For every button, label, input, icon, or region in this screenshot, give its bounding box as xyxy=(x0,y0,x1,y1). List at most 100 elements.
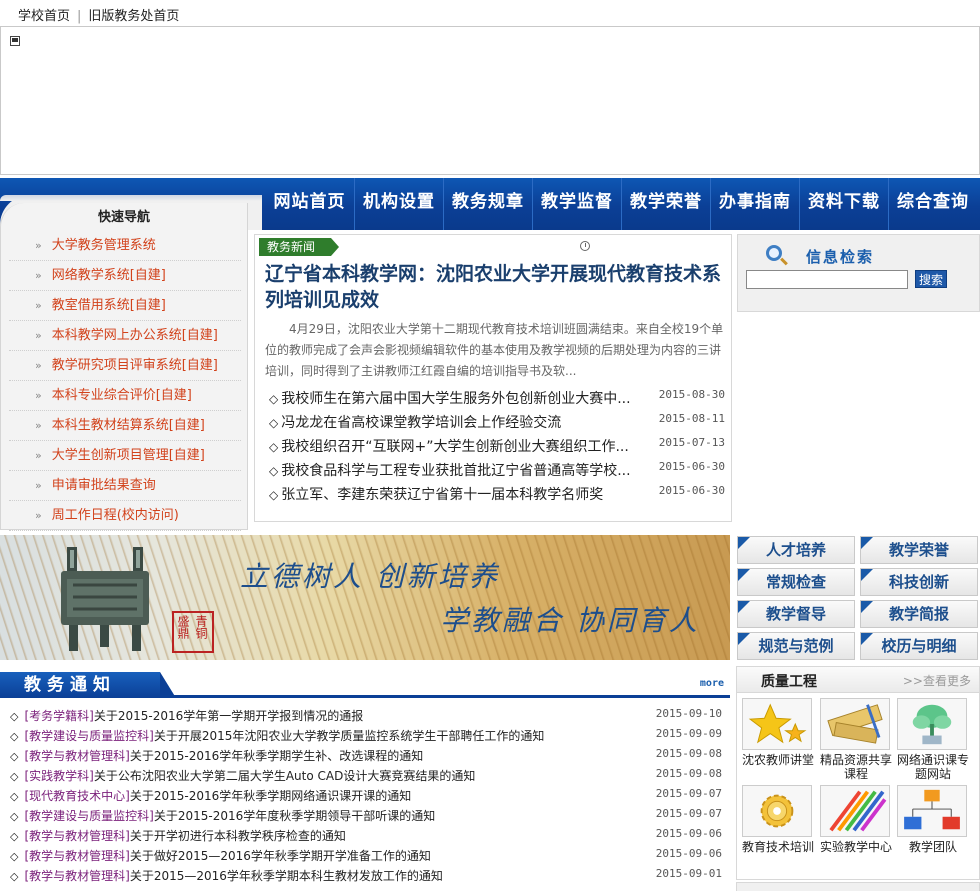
notice-category[interactable]: [实践教学科] xyxy=(24,769,93,783)
quick-nav-link[interactable]: 申请审批结果查询 xyxy=(52,478,156,493)
notice-title[interactable]: 关于做好2015—2016学年秋季学期开学准备工作的通知 xyxy=(130,849,431,863)
quick-nav-link[interactable]: 本科专业综合评价[自建] xyxy=(52,388,192,403)
search-input[interactable] xyxy=(746,270,908,289)
quick-nav-link[interactable]: 大学生创新项目管理[自建] xyxy=(52,448,205,463)
nav-item-honors[interactable]: 教学荣誉 xyxy=(621,178,710,230)
quality-more-link[interactable]: >>查看更多 xyxy=(903,672,971,689)
quick-nav-link[interactable]: 周工作日程(校内访问) xyxy=(52,508,179,523)
notice-category[interactable]: [教学建设与质量监控科] xyxy=(24,729,153,743)
diamond-bullet-icon: ◇ xyxy=(10,710,19,723)
notice-title[interactable]: 关于开展2015年沈阳农业大学教学质量监控系统学生干部聘任工作的通知 xyxy=(154,729,545,743)
nav-item-supervision[interactable]: 教学监督 xyxy=(532,178,621,230)
search-title: 信息检索 xyxy=(806,248,875,266)
notice-category[interactable]: [教学与教材管理科] xyxy=(24,869,129,883)
notice-item[interactable]: ◇ [教学建设与质量监控科]关于开展2015年沈阳农业大学教学质量监控系统学生干部… xyxy=(10,726,724,746)
link-separator: | xyxy=(77,9,82,24)
news-item-title[interactable]: 我校组织召开“互联网+”大学生创新创业大赛组织工作... xyxy=(281,439,629,455)
quick-nav-link[interactable]: 网络教学系统[自建] xyxy=(52,268,166,283)
notice-date: 2015-09-07 xyxy=(655,787,722,800)
news-panel: 教务新闻 辽宁省本科教学网：沈阳农业大学开展现代教育技术系列培训见成效 4月29… xyxy=(254,234,732,522)
news-item-title[interactable]: 冯龙龙在省高校课堂教学培训会上作经验交流 xyxy=(281,415,561,431)
notice-title[interactable]: 关于2015—2016学年秋季学期本科生教材发放工作的通知 xyxy=(130,869,443,883)
quality-tile-label: 网络通识课专题网站 xyxy=(897,753,970,781)
quick-nav-item[interactable]: » 大学生创新项目管理[自建] xyxy=(9,441,241,471)
notice-title[interactable]: 关于公布沈阳农业大学第二届大学生Auto CAD设计大赛竞赛结果的通知 xyxy=(94,769,476,783)
notice-item[interactable]: ◇ [现代教育技术中心]关于2015-2016学年秋季学期网络通识课开课的通知 20… xyxy=(10,786,724,806)
quick-nav-link[interactable]: 本科教学网上办公系统[自建] xyxy=(52,328,218,343)
quick-nav-item[interactable]: » 本科专业综合评价[自建] xyxy=(9,381,241,411)
quality-tile-tech-training[interactable]: 教育技术培训 xyxy=(742,785,814,854)
diamond-bullet-icon: ◇ xyxy=(269,488,279,502)
notices-more-link[interactable]: more xyxy=(700,678,724,689)
quick-nav-item[interactable]: » 周工作日程(校内访问) xyxy=(9,501,241,531)
category-norms[interactable]: 规范与范例 xyxy=(737,632,855,660)
nav-item-guide[interactable]: 办事指南 xyxy=(710,178,799,230)
notice-item[interactable]: ◇ [教学与教材管理科]关于做好2015—2016学年秋季学期开学准备工作的通知 2… xyxy=(10,846,724,866)
old-site-link[interactable]: 旧版教务处首页 xyxy=(88,9,179,24)
slogan-line-2: 学教融合 协同育人 xyxy=(440,604,700,637)
notice-item[interactable]: ◇ [教学与教材管理科]关于2015—2016学年秋季学期本科生教材发放工作的通知… xyxy=(10,866,724,886)
news-headline[interactable]: 辽宁省本科教学网：沈阳农业大学开展现代教育技术系列培训见成效 xyxy=(265,261,729,313)
quick-nav-link[interactable]: 大学教务管理系统 xyxy=(52,238,156,253)
category-innovation[interactable]: 科技创新 xyxy=(860,568,978,596)
notice-category[interactable]: [考务学籍科] xyxy=(24,709,93,723)
notice-title[interactable]: 关于开学初进行本科教学秩序检查的通知 xyxy=(130,829,346,843)
notice-title[interactable]: 关于2015-2016学年秋季学期网络通识课开课的通知 xyxy=(130,789,411,803)
quality-tile-teaching-team[interactable]: 教学团队 xyxy=(897,785,969,854)
category-talent[interactable]: 人才培养 xyxy=(737,536,855,564)
search-button[interactable]: 搜索 xyxy=(915,270,947,288)
quick-nav-item[interactable]: » 网络教学系统[自建] xyxy=(9,261,241,291)
news-item[interactable]: ◇ 张立军、李建东荣获辽宁省第十一届本科教学名师奖 2015-06-30 xyxy=(269,483,729,507)
quick-nav-item[interactable]: » 教学研究项目评审系统[自建] xyxy=(9,351,241,381)
quality-header: 质量工程 >>查看更多 xyxy=(737,667,979,693)
category-honors[interactable]: 教学荣誉 xyxy=(860,536,978,564)
quality-tile-teacher-forum[interactable]: 沈农教师讲堂 xyxy=(742,698,814,767)
nav-item-organization[interactable]: 机构设置 xyxy=(354,178,443,230)
search-panel: 信息检索 搜索 xyxy=(737,234,980,312)
quick-nav-item[interactable]: » 大学教务管理系统 xyxy=(9,231,241,261)
quick-nav-item[interactable]: » 申请审批结果查询 xyxy=(9,471,241,501)
news-tag[interactable]: 教务新闻 xyxy=(259,238,339,256)
notice-item[interactable]: ◇ [教学与教材管理科]关于2015-2016学年秋季学期学生补、改选课程的通知 2… xyxy=(10,746,724,766)
news-item-title[interactable]: 我校食品科学与工程专业获批首批辽宁省普通高等学校... xyxy=(281,463,630,479)
notice-category[interactable]: [教学与教材管理科] xyxy=(24,749,129,763)
nav-item-downloads[interactable]: 资料下载 xyxy=(799,178,888,230)
notice-title[interactable]: 关于2015-2016学年度秋季学期领导干部听课的通知 xyxy=(154,809,435,823)
news-item-title[interactable]: 我校师生在第六届中国大学生服务外包创新创业大赛中... xyxy=(281,391,630,407)
quick-nav-link[interactable]: 教学研究项目评审系统[自建] xyxy=(52,358,218,373)
notice-date: 2015-09-06 xyxy=(655,847,722,860)
nav-item-regulations[interactable]: 教务规章 xyxy=(443,178,532,230)
double-chevron-icon: » xyxy=(35,299,42,312)
quick-nav-link[interactable]: 本科生教材结算系统[自建] xyxy=(52,418,205,433)
quick-nav-item[interactable]: » 本科生教材结算系统[自建] xyxy=(9,411,241,441)
quick-nav-link[interactable]: 教室借用系统[自建] xyxy=(52,298,166,313)
quick-nav-item[interactable]: » 教室借用系统[自建] xyxy=(9,291,241,321)
category-briefing[interactable]: 教学简报 xyxy=(860,600,978,628)
notice-date: 2015-09-06 xyxy=(655,827,722,840)
diamond-bullet-icon: ◇ xyxy=(10,770,19,783)
quality-tile-online-courses[interactable]: 网络通识课专题网站 xyxy=(897,698,969,781)
notice-category[interactable]: [教学建设与质量监控科] xyxy=(24,809,153,823)
school-home-link[interactable]: 学校首页 xyxy=(18,9,70,24)
notice-item[interactable]: ◇ [实践教学科]关于公布沈阳农业大学第二届大学生Auto CAD设计大赛竞赛结果… xyxy=(10,766,724,786)
category-calendar[interactable]: 校历与明细 xyxy=(860,632,978,660)
notice-category[interactable]: [教学与教材管理科] xyxy=(24,829,129,843)
nav-item-query[interactable]: 综合查询 xyxy=(888,178,977,230)
notice-category[interactable]: [教学与教材管理科] xyxy=(24,849,129,863)
quality-tile-courses[interactable]: 精品资源共享课程 xyxy=(820,698,892,781)
notice-item[interactable]: ◇ [教学建设与质量监控科]关于2015-2016学年度秋季学期领导干部听课的通知… xyxy=(10,806,724,826)
notice-title[interactable]: 关于2015-2016学年秋季学期学生补、改选课程的通知 xyxy=(130,749,423,763)
category-supervision[interactable]: 教学督导 xyxy=(737,600,855,628)
news-item-date: 2015-06-30 xyxy=(658,460,725,473)
diamond-bullet-icon: ◇ xyxy=(269,440,279,454)
notice-item[interactable]: ◇ [考务学籍科]关于2015-2016学年第一学期开学报到情况的通报 2015-0… xyxy=(10,706,724,726)
notice-title[interactable]: 关于2015-2016学年第一学期开学报到情况的通报 xyxy=(94,709,363,723)
notice-date: 2015-09-01 xyxy=(655,867,722,880)
notice-category[interactable]: [现代教育技术中心] xyxy=(24,789,129,803)
quality-tile-lab-center[interactable]: 实验教学中心 xyxy=(820,785,892,854)
news-item-title[interactable]: 张立军、李建东荣获辽宁省第十一届本科教学名师奖 xyxy=(281,487,603,503)
quick-nav-item[interactable]: » 本科教学网上办公系统[自建] xyxy=(9,321,241,351)
nav-item-home[interactable]: 网站首页 xyxy=(265,178,354,230)
notice-item[interactable]: ◇ [教学与教材管理科]关于开学初进行本科教学秩序检查的通知 2015-09-06 xyxy=(10,826,724,846)
category-routine-check[interactable]: 常规检查 xyxy=(737,568,855,596)
